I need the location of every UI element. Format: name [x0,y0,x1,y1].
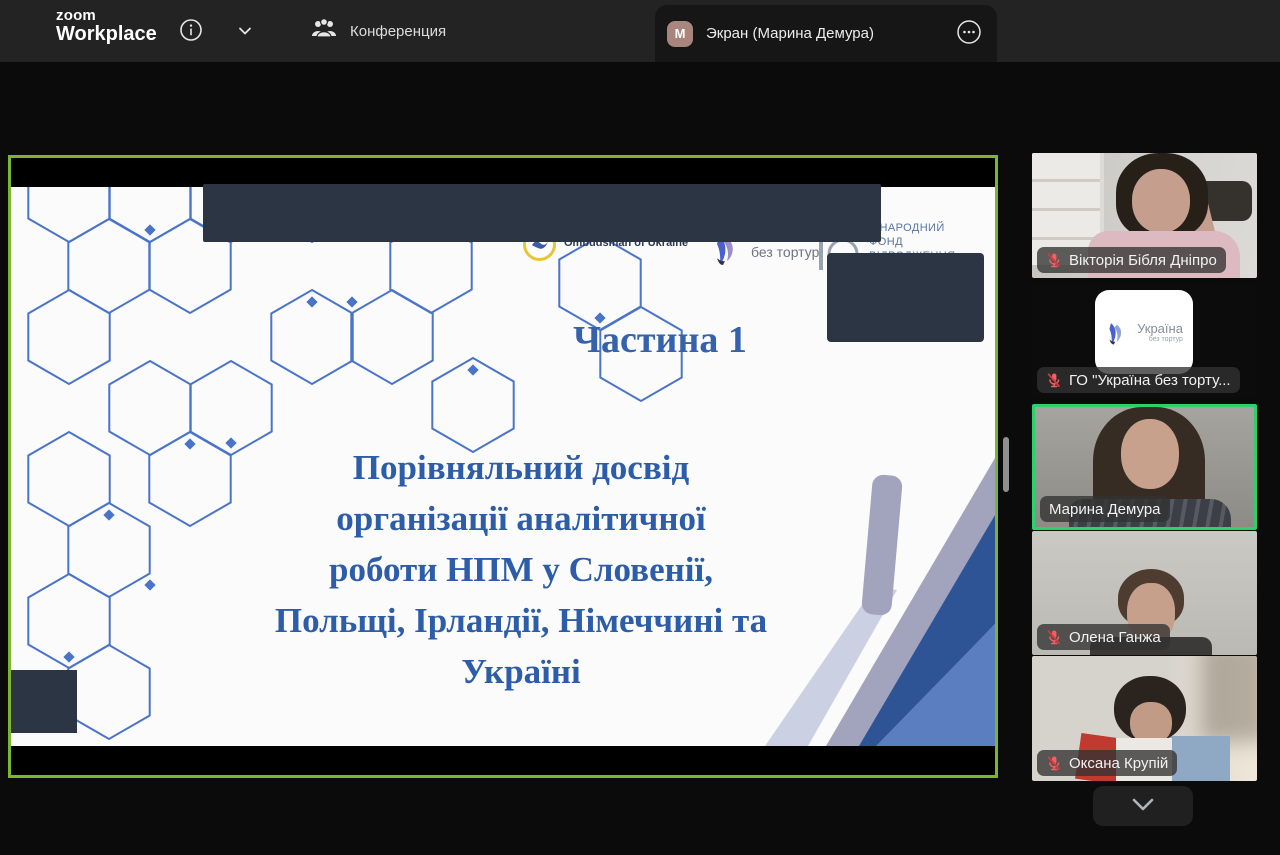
participant-tile[interactable]: Україна без тортур ГО "Україна без торту… [1032,285,1257,398]
org-logo-text: Україна [1137,321,1183,336]
info-button[interactable] [176,16,206,46]
tab-screen-share-label: Экран (Марина Демура) [706,25,874,42]
avatar: M [667,21,693,47]
participant-name: Вікторія Бібля Дніпро [1069,252,1217,269]
participant-nameplate: Оксана Крупій [1037,750,1177,776]
org-logo-card: Україна без тортур [1095,290,1193,374]
redaction-block-top [203,184,881,242]
scrollbar-thumb[interactable] [1003,437,1009,492]
participant-nameplate: Олена Ганжа [1037,624,1170,650]
participant-nameplate: ГО "Україна без торту... [1037,367,1240,393]
slide-main-title: Порівняльний досвід організації аналітич… [81,442,961,697]
mic-muted-icon [1046,629,1062,645]
zoom-workplace-window: zoom Workplace Конференция M Экран (Мари… [0,0,1280,855]
participant-nameplate: Вікторія Бібля Дніпро [1037,247,1226,273]
participant-tile[interactable]: Оксана Крупій [1032,656,1257,781]
participant-name: Марина Демура [1049,501,1161,518]
participant-tile[interactable]: Марина Демура [1032,404,1257,530]
chevron-down-icon [1130,797,1156,816]
shared-screen-slide: Ombudsman of Ukraine без тортур ЖНАРОДНИ… [8,155,998,778]
more-options-icon [956,19,982,48]
mic-muted-icon [1046,755,1062,771]
participant-tile[interactable]: Вікторія Бібля Дніпро [1032,153,1257,278]
logo-workplace-text: Workplace [56,24,157,45]
participant-tile[interactable]: Олена Ганжа [1032,531,1257,655]
mic-muted-icon [1046,252,1062,268]
chevron-down-icon [236,22,254,43]
participant-nameplate: Марина Демура [1040,496,1170,522]
zoom-workplace-logo: zoom Workplace [56,8,157,45]
more-options-button[interactable] [953,18,985,50]
slide-corner-square [11,670,77,733]
logo-zoom-text: zoom [56,8,157,24]
participants-panel: Вікторія Бібля Дніпро Україна без тортур [1032,0,1257,855]
mic-muted-icon [1046,372,1062,388]
participant-name: Олена Ганжа [1069,629,1161,646]
participant-name: ГО "Україна без торту... [1069,372,1231,389]
redaction-block-right [827,253,984,342]
org-logo-subtext: без тортур [1149,336,1183,343]
tab-conference-label: Конференция [350,23,446,40]
people-icon [310,16,338,46]
info-icon [179,18,203,45]
tab-conference[interactable]: Конференция [296,8,460,54]
participant-name: Оксана Крупій [1069,755,1168,772]
dropdown-button[interactable] [232,19,258,45]
without-torture-label: без тортур [751,244,819,260]
tab-screen-share[interactable]: M Экран (Марина Демура) [655,5,997,62]
collapse-videos-button[interactable] [1093,786,1193,826]
without-torture-logo [1105,317,1133,347]
